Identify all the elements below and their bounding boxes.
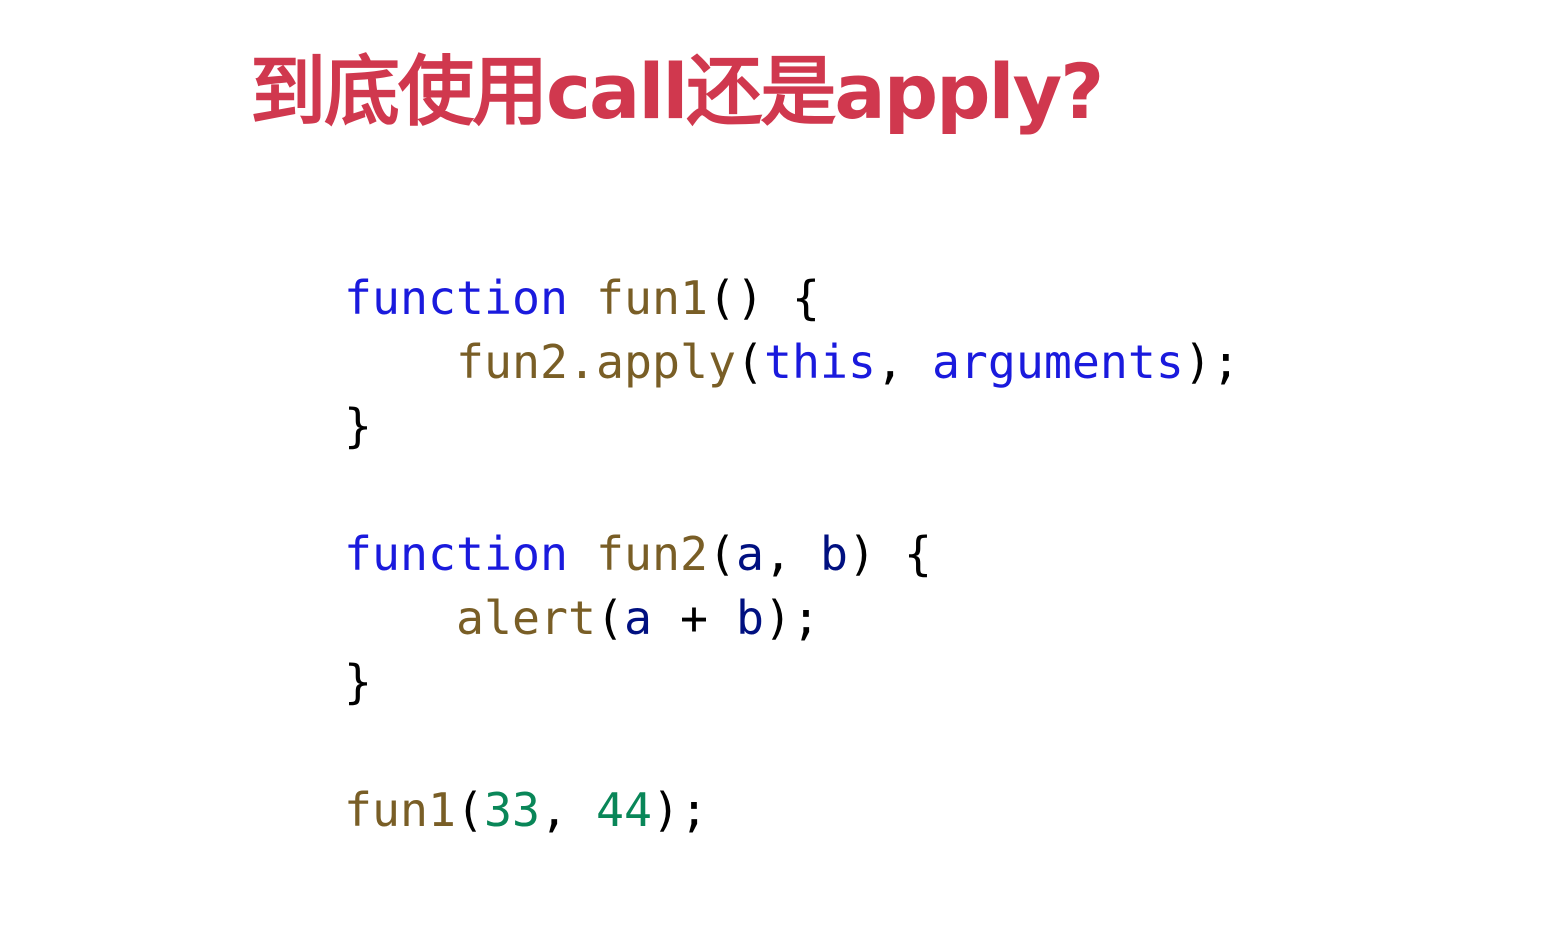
code-token-plain: (	[707, 527, 736, 581]
code-token-plain: }	[344, 399, 372, 453]
code-token-plain: (	[735, 335, 764, 389]
code-token-keyword: arguments	[931, 335, 1184, 389]
code-block: function fun1() { fun2.apply(this, argum…	[344, 266, 1240, 842]
code-token-function: fun1	[595, 271, 708, 325]
slide-title: 到底使用call还是apply?	[250, 47, 1104, 136]
code-token-number: 44	[595, 783, 652, 837]
code-token-plain: ,	[763, 527, 820, 581]
code-token-function: fun2.apply	[455, 335, 736, 389]
code-token-variable: b	[735, 591, 764, 645]
code-token-keyword: this	[763, 335, 876, 389]
code-token-function: fun1	[344, 783, 456, 837]
code-token-plain: ,	[539, 783, 596, 837]
code-token-plain: }	[344, 655, 372, 709]
code-token-plain: () {	[707, 271, 820, 325]
code-token-plain: (	[595, 591, 624, 645]
code-token-function: alert	[455, 591, 596, 645]
code-line: }	[344, 650, 1240, 714]
code-line: alert(a + b);	[344, 586, 1240, 650]
code-token-keyword: function	[344, 527, 568, 581]
code-line: }	[344, 394, 1240, 458]
code-token-plain: );	[1183, 335, 1240, 389]
code-token-number: 33	[483, 783, 540, 837]
code-token-plain: (	[455, 783, 484, 837]
code-line: function fun1() {	[344, 266, 1240, 330]
code-token-keyword: function	[344, 271, 568, 325]
code-token-variable: a	[735, 527, 764, 581]
code-token-variable: a	[623, 591, 652, 645]
code-token-function: fun2	[595, 527, 708, 581]
code-line: fun2.apply(this, arguments);	[344, 330, 1240, 394]
code-line: fun1(33, 44);	[344, 778, 1240, 842]
code-token-plain: );	[651, 783, 708, 837]
code-line: function fun2(a, b) {	[344, 522, 1240, 586]
code-token-variable: b	[819, 527, 848, 581]
code-token-plain: ) {	[847, 527, 932, 581]
code-token-plain: );	[763, 591, 820, 645]
code-token-plain: ,	[875, 335, 932, 389]
code-token-plain: +	[651, 591, 736, 645]
